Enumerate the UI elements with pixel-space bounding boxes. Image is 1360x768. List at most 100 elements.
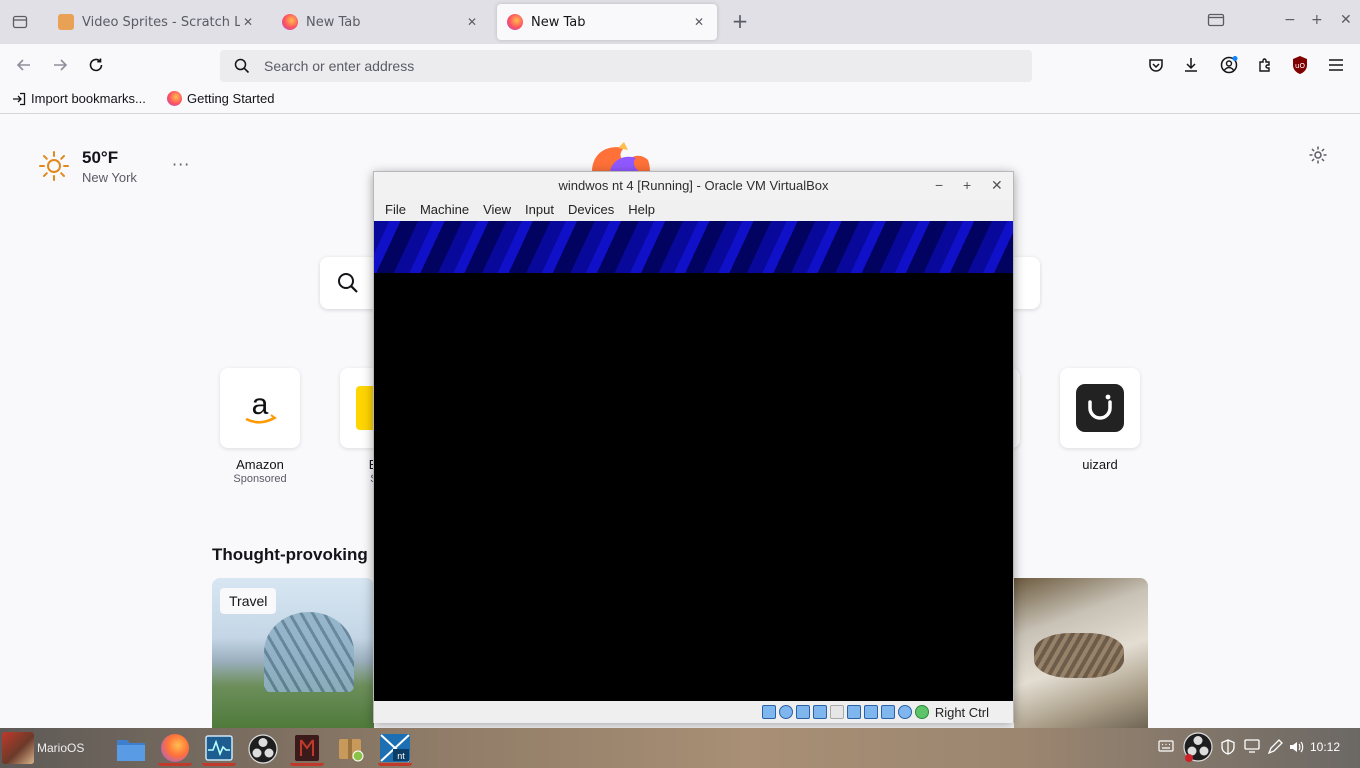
shortcut-tile-amazon[interactable]: a Amazon Sponsored <box>220 368 300 485</box>
story-card-travel[interactable]: Travel <box>212 578 374 728</box>
newtab-settings-button[interactable] <box>1308 145 1328 169</box>
file-manager-icon[interactable] <box>114 732 148 766</box>
volume-icon[interactable] <box>1288 739 1304 759</box>
stories-section-title: Thought-provoking s <box>212 545 382 564</box>
keyboard-layout-icon[interactable] <box>1158 739 1174 757</box>
weather-city: New York <box>82 170 137 185</box>
minimize-window-icon[interactable]: − <box>1284 12 1296 28</box>
tab-label: New Tab <box>531 14 586 30</box>
system-clock[interactable]: 10:12 <box>1310 740 1340 754</box>
virtualbox-status-bar: Right Ctrl <box>374 701 1013 723</box>
network-icon[interactable] <box>812 705 827 719</box>
tab-close-icon[interactable]: ✕ <box>464 15 480 29</box>
menu-view[interactable]: View <box>476 200 518 220</box>
back-arrow-icon <box>16 59 30 71</box>
start-menu-button[interactable]: MarioOS <box>2 730 84 766</box>
tab-scratch-lab[interactable]: Video Sprites - Scratch Lab ✕ <box>48 4 266 40</box>
window-list-button[interactable] <box>1207 12 1225 32</box>
close-window-icon[interactable]: ✕ <box>1340 12 1352 28</box>
svg-text:nt: nt <box>397 751 405 761</box>
pen-tool-icon[interactable] <box>1267 739 1283 759</box>
display-tray-icon[interactable] <box>1244 739 1260 757</box>
virtualbox-title-bar[interactable]: windwos nt 4 [Running] - Oracle VM Virtu… <box>374 172 1013 200</box>
tab-list-icon <box>12 15 28 29</box>
taskbar: MarioOS nt 10:12 <box>0 728 1360 768</box>
window-list-icon <box>1207 13 1225 27</box>
weather-temperature: 50°F <box>82 148 119 167</box>
address-placeholder: Search or enter address <box>264 58 415 74</box>
svg-text:uO: uO <box>1295 62 1305 70</box>
glass-dome-image <box>264 612 354 692</box>
obs-icon[interactable] <box>246 732 280 766</box>
story-card-right[interactable] <box>1014 578 1148 728</box>
hamburger-menu-icon <box>1329 59 1343 71</box>
audio-icon[interactable] <box>795 705 810 719</box>
download-icon <box>1185 58 1197 72</box>
address-bar[interactable]: Search or enter address <box>220 50 1032 82</box>
vm-display[interactable] <box>374 221 1013 701</box>
tab-close-icon[interactable]: ✕ <box>691 15 707 29</box>
pocket-icon <box>1149 59 1163 72</box>
menu-machine[interactable]: Machine <box>413 200 476 220</box>
display-icon[interactable] <box>863 705 878 719</box>
reload-button[interactable] <box>85 54 107 76</box>
tab-bar: Video Sprites - Scratch Lab ✕ New Tab ✕ … <box>0 0 1360 44</box>
security-shield-icon[interactable] <box>1220 739 1236 759</box>
downloads-button[interactable] <box>1180 54 1202 76</box>
import-icon <box>13 92 26 105</box>
svg-text:a: a <box>252 388 269 421</box>
firefox-favicon-icon <box>282 14 298 30</box>
ublock-origin-button[interactable]: uO <box>1289 54 1311 76</box>
shared-folders-icon[interactable] <box>846 705 861 719</box>
tab-close-icon[interactable]: ✕ <box>240 15 256 29</box>
hard-disk-icon[interactable] <box>761 705 776 719</box>
vbox-close-icon[interactable]: ✕ <box>991 177 1003 194</box>
shortcut-tile-uizard[interactable]: uizard <box>1060 368 1140 472</box>
firefox-icon[interactable] <box>158 732 192 766</box>
bookmark-getting-started[interactable]: Getting Started <box>167 91 274 106</box>
virtualbox-menu-bar: File Machine View Input Devices Help <box>374 200 1013 220</box>
maximize-window-icon[interactable]: + <box>1311 12 1323 28</box>
weather-widget[interactable]: 50°F New York <box>38 148 137 185</box>
cpu-icon[interactable] <box>897 705 912 719</box>
optical-drive-icon[interactable] <box>778 705 793 719</box>
vbox-maximize-icon[interactable]: + <box>963 177 971 193</box>
shortcut-name: uizard <box>1082 457 1118 472</box>
usb-icon[interactable] <box>829 705 844 719</box>
menu-input[interactable]: Input <box>518 200 561 220</box>
system-monitor-icon[interactable] <box>202 732 236 766</box>
terminal-icon[interactable] <box>290 732 324 766</box>
uizard-logo-icon <box>1076 384 1124 432</box>
forward-button[interactable] <box>49 54 71 76</box>
weather-menu-button[interactable]: ··· <box>172 155 190 174</box>
reload-icon <box>89 58 103 72</box>
extensions-button[interactable] <box>1254 54 1276 76</box>
app-menu-button[interactable] <box>1325 54 1347 76</box>
archive-manager-icon[interactable] <box>334 732 368 766</box>
account-button[interactable] <box>1218 54 1240 76</box>
tab-new-tab-active[interactable]: New Tab ✕ <box>497 4 717 40</box>
scratch-lab-favicon-icon <box>58 14 74 30</box>
menu-help[interactable]: Help <box>621 200 662 220</box>
forward-arrow-icon <box>54 59 68 71</box>
menu-file[interactable]: File <box>378 200 413 220</box>
mouse-integration-icon[interactable] <box>914 705 929 719</box>
menu-devices[interactable]: Devices <box>561 200 621 220</box>
virtualbox-icon[interactable]: nt <box>378 732 412 766</box>
navigation-bar: Search or enter address uO <box>0 44 1360 84</box>
obs-tray-icon[interactable] <box>1183 732 1213 766</box>
back-button[interactable] <box>13 54 35 76</box>
tab-new-tab-1[interactable]: New Tab ✕ <box>272 4 490 40</box>
vbox-minimize-icon[interactable]: − <box>935 177 943 193</box>
tab-list-button[interactable] <box>8 11 32 33</box>
bookmark-import[interactable]: Import bookmarks... <box>12 91 146 106</box>
firefox-icon <box>167 91 182 106</box>
tab-label: Video Sprites - Scratch Lab <box>82 14 240 30</box>
new-tab-button[interactable]: + <box>730 11 750 33</box>
pocket-button[interactable] <box>1145 54 1167 76</box>
bookmark-label: Import bookmarks... <box>31 91 146 106</box>
shortcut-sponsored-label: Sponsored <box>233 473 287 485</box>
mario-avatar-icon <box>2 732 34 764</box>
video-capture-icon[interactable] <box>880 705 895 719</box>
bookmarks-toolbar: Import bookmarks... Getting Started <box>0 84 1360 114</box>
